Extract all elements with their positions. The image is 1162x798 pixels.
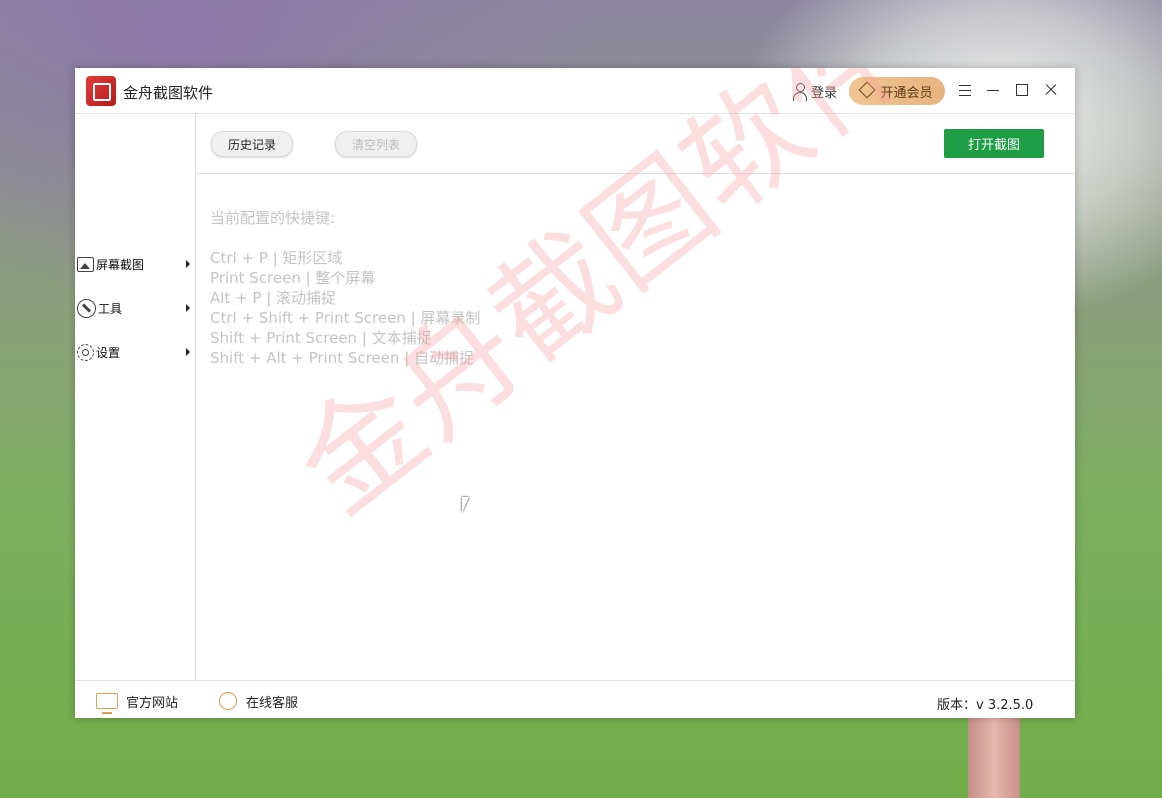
shortcut-item: Shift + Alt + Print Screen | 自动捕捉 bbox=[210, 349, 475, 367]
sidebar: 屏幕截图 工具 设置 bbox=[75, 114, 196, 680]
sidebar-item-screen-capture[interactable]: 屏幕截图 bbox=[75, 251, 195, 277]
title-bar: 金舟截图软件 登录 开通会员 bbox=[75, 68, 1075, 114]
history-button[interactable]: 历史记录 bbox=[211, 131, 293, 157]
online-support-link[interactable]: 在线客服 bbox=[217, 691, 298, 711]
version-label: 版本：v 3.2.5.0 bbox=[937, 698, 1034, 713]
gear-icon bbox=[77, 343, 94, 361]
vip-button[interactable]: 开通会员 bbox=[849, 77, 945, 105]
menu-icon[interactable] bbox=[955, 80, 975, 100]
sidebar-item-settings[interactable]: 设置 bbox=[75, 339, 195, 365]
toolbar: 历史记录 清空列表 打开截图 bbox=[196, 114, 1075, 174]
mouse-cursor-icon bbox=[462, 497, 474, 513]
diamond-icon bbox=[858, 81, 876, 99]
app-logo-icon bbox=[86, 76, 116, 106]
support-label: 在线客服 bbox=[246, 695, 299, 711]
image-icon bbox=[77, 257, 94, 272]
support-agent-icon bbox=[219, 692, 237, 710]
chevron-right-icon bbox=[186, 348, 190, 356]
app-title: 金舟截图软件 bbox=[123, 84, 214, 102]
wrench-icon bbox=[77, 298, 96, 318]
shortcut-item: Shift + Print Screen | 文本捕捉 bbox=[210, 329, 432, 347]
main-content: 当前配置的快捷键: Ctrl + P | 矩形区域 Print Screen |… bbox=[196, 174, 1075, 680]
app-window: 金舟截图软件 登录 开通会员 屏幕截图 工具 设置 历史记录 清空列表 打开截图… bbox=[75, 68, 1075, 718]
chevron-right-icon bbox=[186, 260, 190, 268]
minimize-icon[interactable] bbox=[983, 80, 1003, 100]
vip-label: 开通会员 bbox=[880, 85, 933, 101]
login-button[interactable]: 登录 bbox=[793, 80, 837, 102]
sidebar-item-label: 设置 bbox=[96, 345, 121, 360]
shortcuts-heading: 当前配置的快捷键: bbox=[210, 209, 336, 227]
user-icon bbox=[793, 83, 807, 101]
sidebar-item-label: 屏幕截图 bbox=[96, 257, 145, 272]
sidebar-item-tools[interactable]: 工具 bbox=[75, 295, 195, 321]
footer: 官方网站 在线客服 版本：v 3.2.5.0 bbox=[75, 680, 1075, 718]
shortcut-item: Ctrl + P | 矩形区域 bbox=[210, 249, 343, 267]
chevron-right-icon bbox=[186, 304, 190, 312]
shortcut-item: Print Screen | 整个屏幕 bbox=[210, 269, 376, 287]
official-website-link[interactable]: 官方网站 bbox=[96, 691, 179, 714]
shortcut-item: Alt + P | 滚动捕捉 bbox=[210, 289, 337, 307]
maximize-icon[interactable] bbox=[1012, 80, 1032, 100]
clear-list-button[interactable]: 清空列表 bbox=[335, 131, 417, 157]
website-label: 官方网站 bbox=[126, 695, 179, 711]
login-label: 登录 bbox=[811, 85, 838, 101]
shortcut-item: Ctrl + Shift + Print Screen | 屏幕录制 bbox=[210, 309, 481, 327]
monitor-icon bbox=[96, 693, 118, 714]
sidebar-item-label: 工具 bbox=[98, 301, 123, 316]
open-screenshot-button[interactable]: 打开截图 bbox=[944, 129, 1044, 158]
close-icon[interactable] bbox=[1041, 80, 1061, 100]
